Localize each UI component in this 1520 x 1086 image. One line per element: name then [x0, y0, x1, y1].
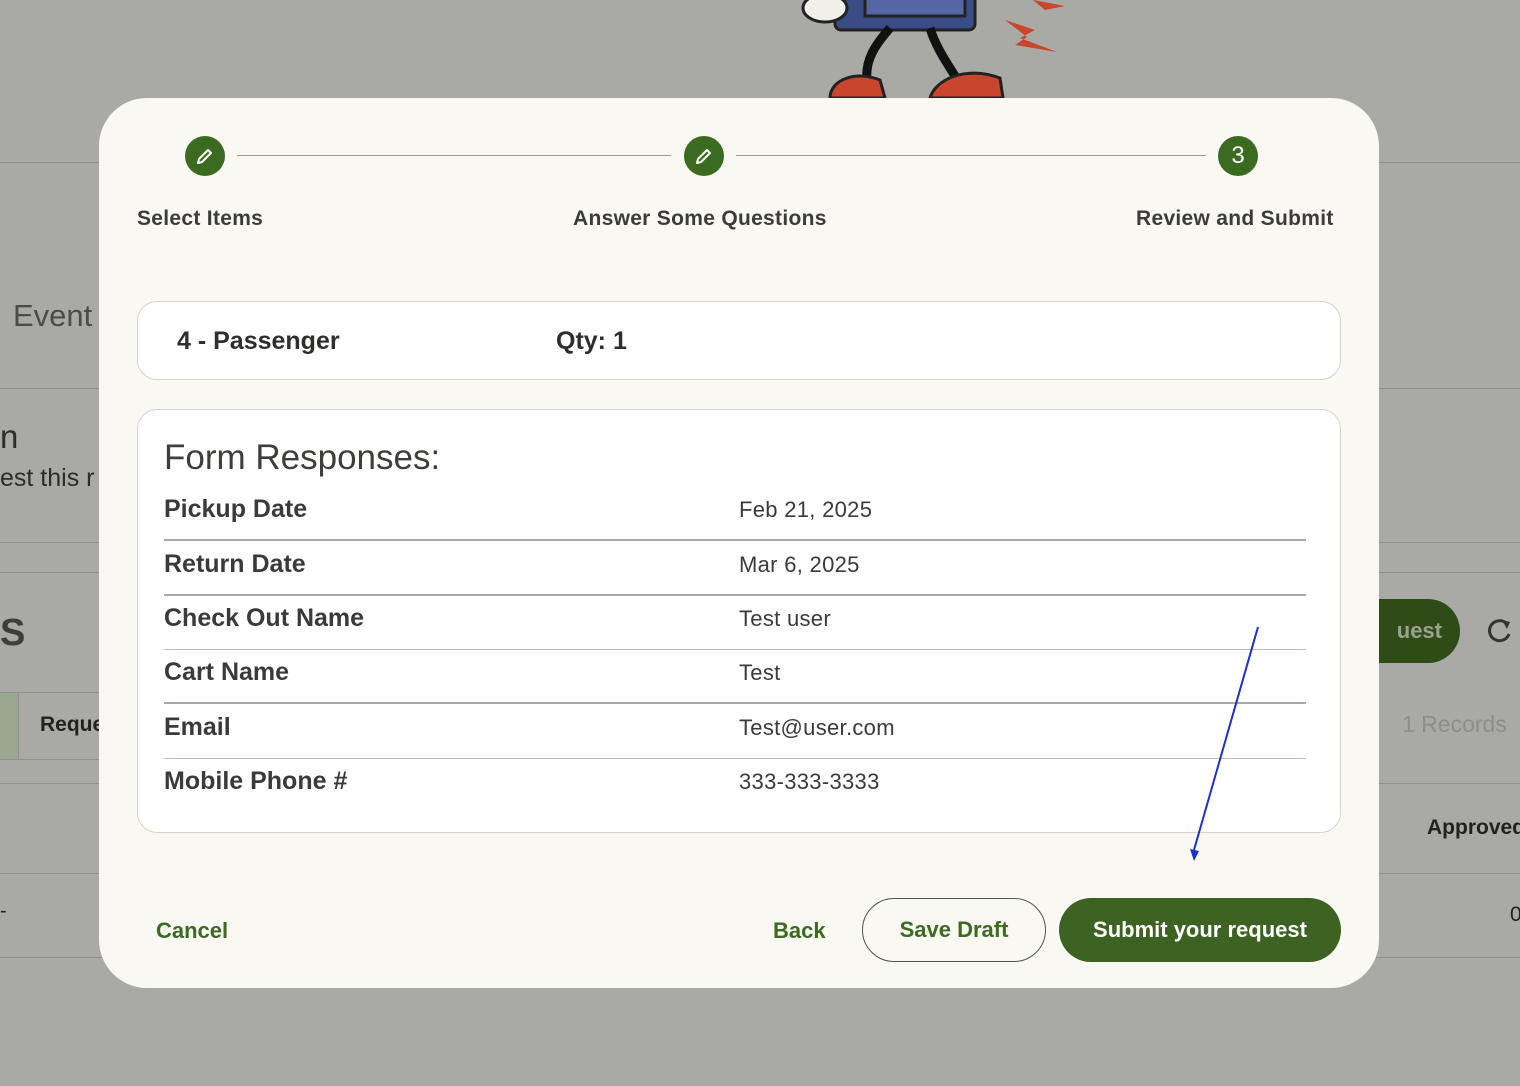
step-2-circle — [684, 136, 724, 176]
response-value: Mar 6, 2025 — [739, 552, 860, 577]
response-value: Feb 21, 2025 — [739, 497, 873, 522]
submit-button[interactable]: Submit your request — [1059, 898, 1341, 962]
response-value: Test — [739, 660, 781, 685]
response-label: Email — [164, 713, 231, 741]
cancel-button[interactable]: Cancel — [156, 918, 228, 944]
bg-column-header: Reque — [40, 713, 105, 736]
bg-partial-heading: n — [0, 418, 19, 455]
step-connector-1 — [237, 155, 671, 156]
step-label-answer-questions: Answer Some Questions — [573, 207, 827, 230]
bg-approved-header: Approved — [1427, 816, 1520, 839]
bg-row-dash: - — [0, 900, 7, 922]
step-connector-2 — [736, 155, 1206, 156]
bg-section-letter: S — [0, 612, 26, 654]
bg-records-count: 1 Records — [1402, 711, 1507, 737]
response-value: Test user — [739, 606, 831, 631]
bg-row-value: 0 — [1510, 903, 1520, 926]
step-3-circle: 3 — [1218, 136, 1258, 176]
save-draft-button[interactable]: Save Draft — [862, 898, 1046, 962]
response-row: Return Date Mar 6, 2025 — [164, 542, 1306, 596]
item-summary-card: 4 - Passenger Qty: 1 — [137, 301, 1341, 380]
refresh-icon[interactable] — [1485, 616, 1515, 646]
form-responses-title: Form Responses: — [164, 438, 441, 477]
response-row: Pickup Date Feb 21, 2025 — [164, 487, 1306, 541]
back-button[interactable]: Back — [773, 918, 826, 944]
response-row: Cart Name Test — [164, 650, 1306, 704]
item-quantity: Qty: 1 — [556, 327, 627, 355]
response-value: 333-333-3333 — [739, 769, 880, 794]
bg-event-heading: Event — [13, 298, 93, 333]
step-label-review-submit: Review and Submit — [1136, 207, 1334, 230]
bg-partial-text: est this r — [0, 464, 95, 492]
response-label: Mobile Phone # — [164, 767, 348, 795]
pencil-icon — [696, 149, 711, 164]
item-name: 4 - Passenger — [177, 327, 340, 355]
mascot-illustration — [801, 0, 1065, 98]
bg-grid-cell-select — [0, 692, 19, 760]
pencil-icon — [197, 149, 212, 164]
response-row: Check Out Name Test user — [164, 596, 1306, 650]
response-label: Cart Name — [164, 658, 290, 686]
response-row: Mobile Phone # 333-333-3333 — [164, 759, 1306, 813]
step-label-select-items: Select Items — [137, 207, 264, 230]
step-1-circle — [185, 136, 225, 176]
response-label: Return Date — [164, 550, 306, 578]
response-value: Test@user.com — [739, 715, 895, 740]
response-row: Email Test@user.com — [164, 705, 1306, 759]
form-responses-card: Form Responses: Pickup Date Feb 21, 2025… — [137, 409, 1341, 833]
review-submit-modal: 3 Select Items Answer Some Questions Rev… — [99, 98, 1379, 988]
response-label: Check Out Name — [164, 604, 365, 632]
response-label: Pickup Date — [164, 495, 308, 523]
